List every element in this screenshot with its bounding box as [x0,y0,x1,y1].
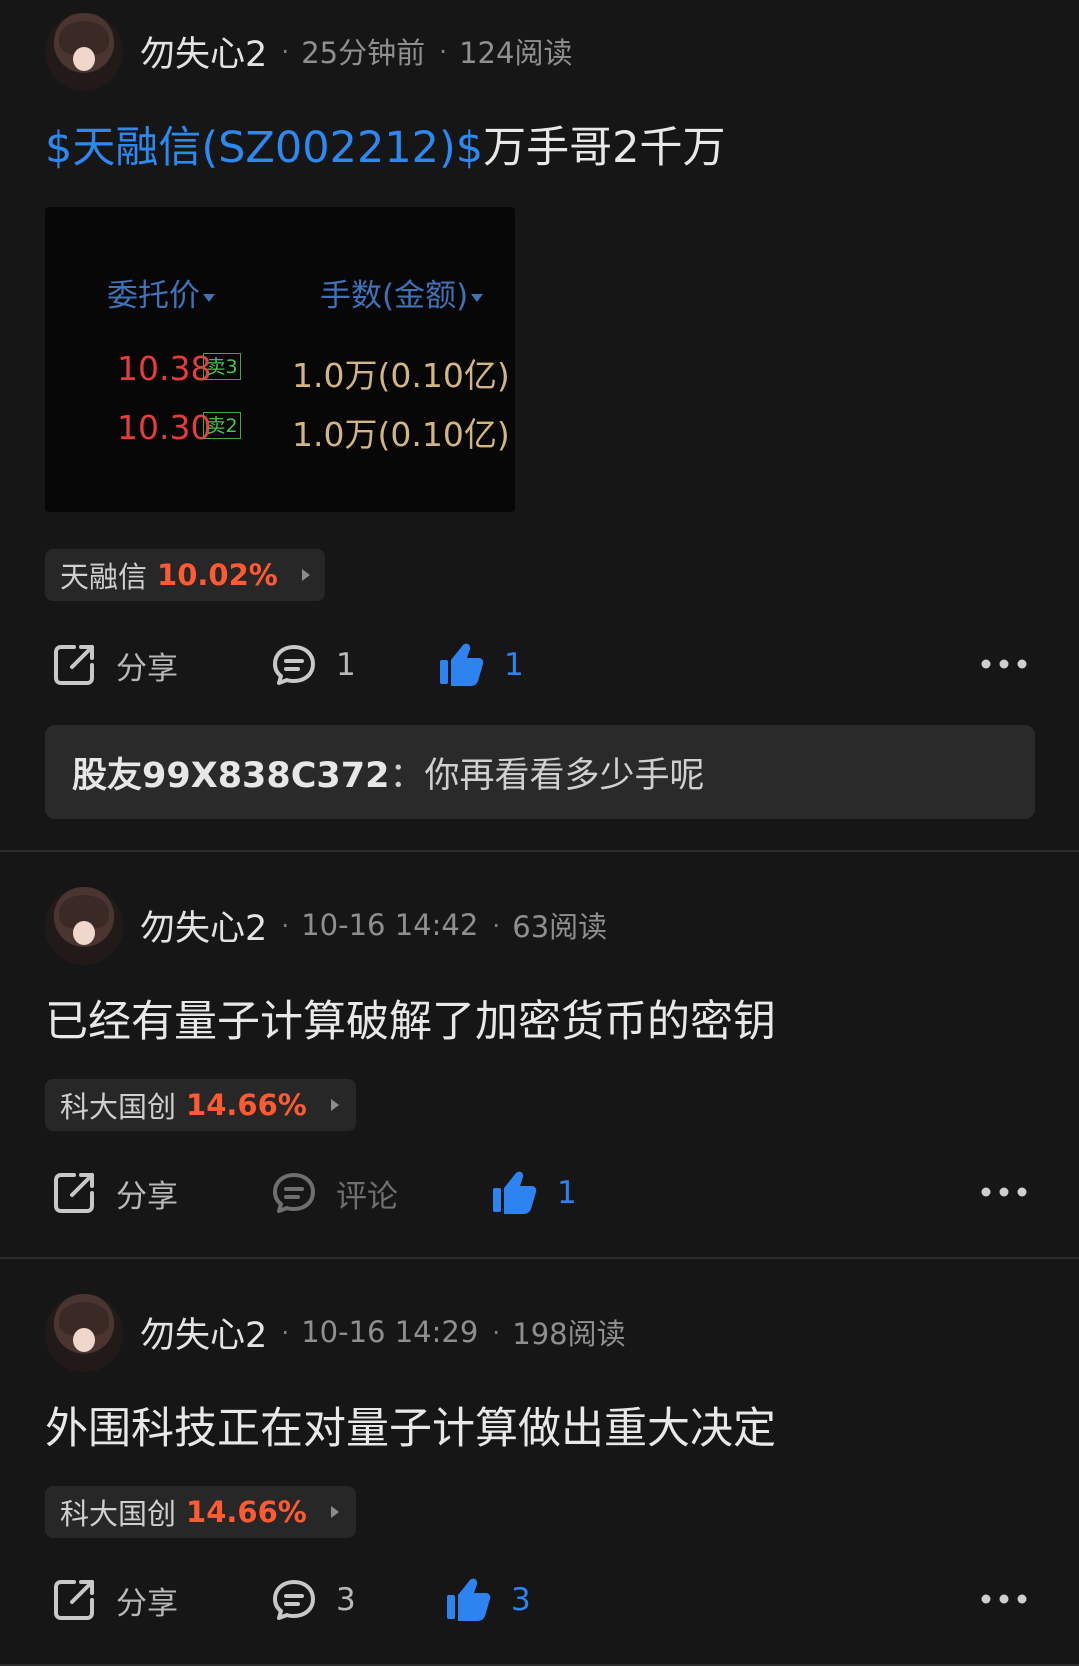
share-button[interactable]: 分享 [50,1165,178,1221]
quote-name: 科大国创 [60,1497,177,1531]
read-count: 63阅读 [512,910,608,944]
like-button[interactable]: 1 [489,1165,577,1221]
like-count: 1 [557,1175,577,1211]
order-price: 10.38 [117,349,212,388]
share-label: 分享 [116,1178,178,1215]
post-card-1: 勿失心2 · 25分钟前 · 124阅读 $天融信(SZ002212)$万手哥2… [0,0,1079,852]
order-amount: 1.0万(0.10亿) [292,356,510,395]
stock-post-feed: 勿失心2 · 25分钟前 · 124阅读 $天融信(SZ002212)$万手哥2… [0,0,1079,1666]
stock-quote-chip[interactable]: 天融信 10.02% [45,549,325,601]
quote-name: 天融信 [60,560,148,594]
more-icon[interactable] [979,1587,1029,1611]
price-column-header: 委托价 [107,270,215,315]
username[interactable]: 勿失心2 [140,26,267,77]
stock-quote-chip[interactable]: 科大国创 14.66% [45,1079,356,1131]
post-text: 已经有量子计算破解了加密货币的密钥 [45,987,776,1049]
read-count: 124阅读 [459,36,573,70]
comment-separator: ： [389,755,425,796]
stock-quote-chip[interactable]: 科大国创 14.66% [45,1486,356,1538]
post-actions: 分享 1 1 [0,637,1079,693]
meta-separator: · [492,1317,501,1347]
quote-change: 10.02% [157,558,278,592]
meta-separator: · [281,1317,290,1347]
quote-change: 14.66% [186,1495,307,1529]
price-header-label: 委托价 [107,278,200,314]
post-text: 外围科技正在对量子计算做出重大决定 [45,1394,776,1456]
more-icon[interactable] [979,1180,1029,1204]
post-meta: 勿失心2 · 10-16 14:42 · 63阅读 [140,905,608,949]
meta-separator: · [281,36,290,66]
post-actions: 分享 评论 1 [0,1165,1079,1221]
comment-count: 3 [336,1582,356,1618]
comment-button[interactable]: 3 [270,1572,356,1628]
share-icon [54,1173,94,1213]
like-button[interactable]: 3 [443,1572,531,1628]
meta-separator: · [281,910,290,940]
share-button[interactable]: 分享 [50,637,178,693]
chevron-right-icon [330,1506,339,1518]
comment-button[interactable]: 评论 [270,1165,398,1221]
sell-level-badge: 卖3 [203,353,241,380]
user-avatar[interactable] [45,1294,123,1372]
share-icon [54,645,94,685]
post-card-3: 勿失心2 · 10-16 14:29 · 198阅读 外围科技正在对量子计算做出… [0,1259,1079,1666]
more-icon[interactable] [979,652,1029,676]
dropdown-triangle-icon [203,293,215,302]
read-count: 198阅读 [512,1317,626,1351]
username[interactable]: 勿失心2 [140,1307,267,1358]
stock-link[interactable]: $天融信(SZ002212)$ [45,123,483,173]
thumbs-up-icon [440,643,484,686]
comment-preview[interactable]: 股友99X838C372：你再看看多少手呢 [45,725,1035,819]
user-avatar[interactable] [45,887,123,965]
order-row: 10.30 卖2 1.0万(0.10亿) [117,408,517,454]
share-button[interactable]: 分享 [50,1572,178,1628]
comment-icon [273,1173,315,1213]
username[interactable]: 勿失心2 [140,900,267,951]
quote-name: 科大国创 [60,1090,177,1124]
post-time: 10-16 14:29 [301,1315,479,1349]
post-body: 外围科技正在对量子计算做出重大决定 [45,1404,776,1454]
meta-separator: · [492,910,501,940]
quantity-header-label: 手数(金额) [320,278,469,314]
post-body: 已经有量子计算破解了加密货币的密钥 [45,997,776,1047]
comment-label: 评论 [336,1178,398,1215]
chevron-right-icon [330,1099,339,1111]
quote-change: 14.66% [186,1088,307,1122]
comment-text: 你再看看多少手呢 [424,755,705,796]
chevron-right-icon [301,569,310,581]
comment-user[interactable]: 股友99X838C372 [72,747,390,798]
order-book-image[interactable]: 委托价 手数(金额) 10.38 卖3 1.0万(0.10亿) 10.30 卖2… [45,207,515,512]
order-amount: 1.0万(0.10亿) [292,415,510,454]
like-count: 1 [504,647,524,683]
user-avatar[interactable] [45,13,123,91]
order-row: 10.38 卖3 1.0万(0.10亿) [117,349,517,395]
comment-count: 1 [336,647,356,683]
comment-button[interactable]: 1 [270,637,356,693]
comment-icon [273,645,315,685]
post-meta: 勿失心2 · 25分钟前 · 124阅读 [140,31,573,75]
post-text: $天融信(SZ002212)$万手哥2千万 [45,113,726,175]
meta-separator: · [439,36,448,66]
order-price: 10.30 [117,408,212,447]
like-count: 3 [511,1582,531,1618]
post-actions: 分享 3 3 [0,1572,1079,1628]
post-time: 10-16 14:42 [301,908,479,942]
quantity-column-header: 手数(金额) [320,270,484,315]
like-button[interactable]: 1 [436,637,524,693]
share-label: 分享 [116,1585,178,1622]
post-card-2: 勿失心2 · 10-16 14:42 · 63阅读 已经有量子计算破解了加密货币… [0,852,1079,1259]
dropdown-triangle-icon [471,293,484,302]
post-body: 万手哥2千万 [483,123,726,173]
share-icon [54,1580,94,1620]
share-label: 分享 [116,650,178,687]
thumbs-up-icon [493,1171,537,1214]
comment-icon [273,1580,315,1620]
post-time: 25分钟前 [301,36,426,70]
thumbs-up-icon [447,1578,491,1621]
sell-level-badge: 卖2 [203,412,241,439]
post-meta: 勿失心2 · 10-16 14:29 · 198阅读 [140,1312,626,1356]
